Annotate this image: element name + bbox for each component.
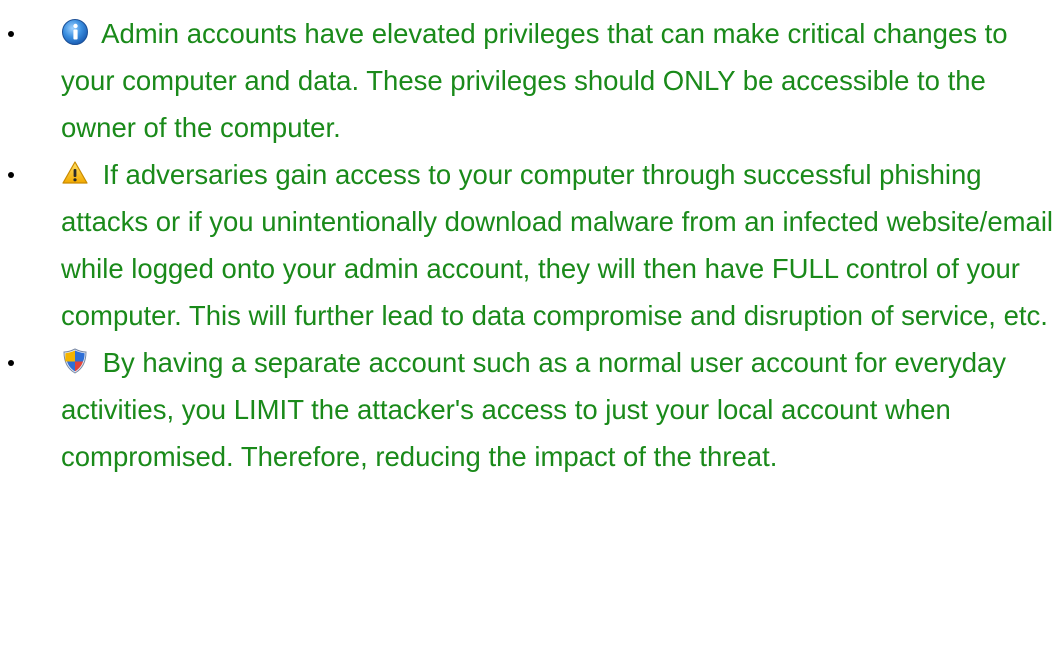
item-text: By having a separate account such as a n… <box>61 347 1007 472</box>
bullet-dot <box>8 360 14 366</box>
bullet-dot <box>8 172 14 178</box>
bullet-dot <box>8 31 14 37</box>
list-item-admin-privileges: Admin accounts have elevated privileges … <box>0 10 1062 151</box>
list-item-separate-account: By having a separate account such as a n… <box>0 339 1062 480</box>
security-shield-icon <box>61 347 89 375</box>
list-item-adversary-access: If adversaries gain access to your compu… <box>0 151 1062 339</box>
warning-icon <box>61 159 89 187</box>
item-text: If adversaries gain access to your compu… <box>61 159 1054 331</box>
bullet-list: Admin accounts have elevated privileges … <box>0 10 1062 480</box>
item-text: Admin accounts have elevated privileges … <box>61 18 1008 143</box>
info-icon <box>61 18 89 46</box>
